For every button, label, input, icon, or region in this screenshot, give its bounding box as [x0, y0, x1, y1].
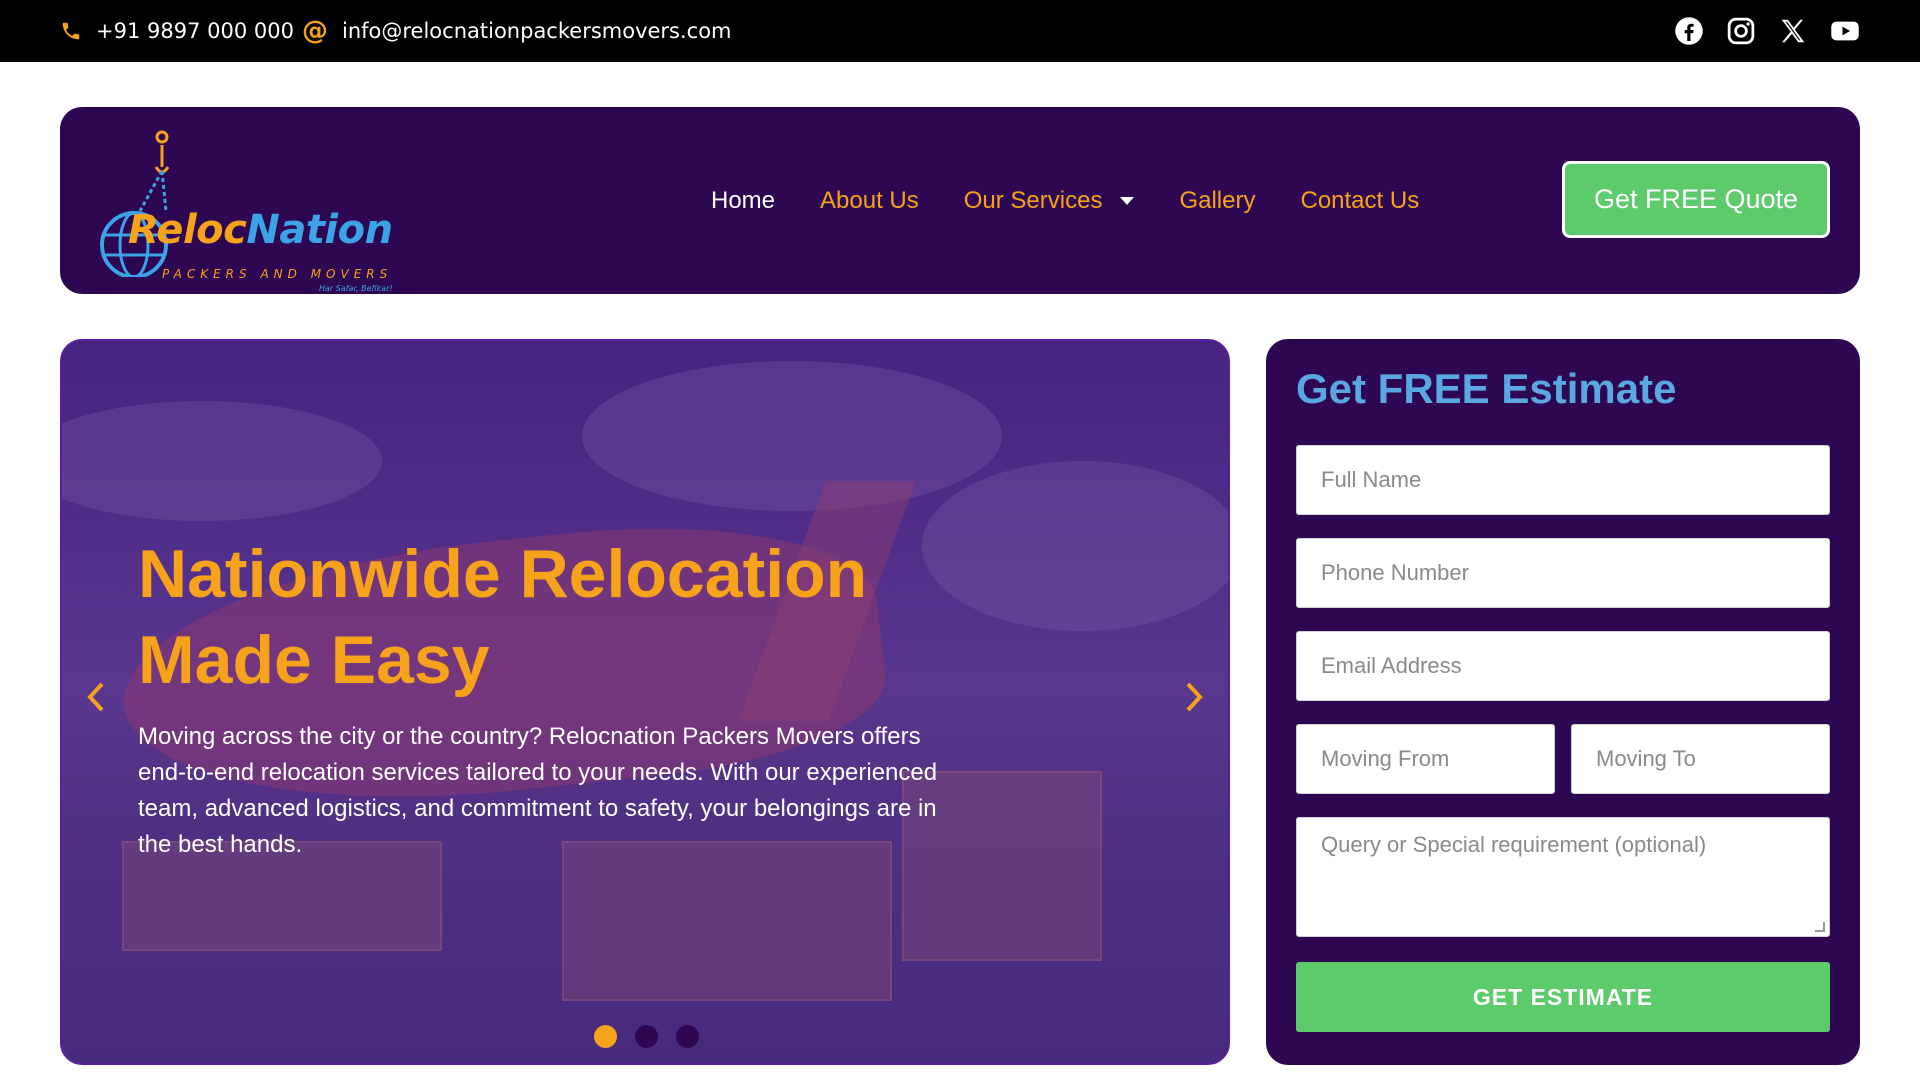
- phone-contact[interactable]: +91 9897 000 000: [60, 0, 294, 62]
- brand-name-part1: Reloc: [128, 207, 247, 253]
- slider-next-icon[interactable]: [1184, 681, 1204, 721]
- phone-icon: [62, 22, 80, 40]
- facebook-icon[interactable]: [1674, 16, 1704, 46]
- slider-dot-2[interactable]: [635, 1025, 658, 1048]
- site-header: RelocNation PACKERS AND MOVERS Har Safar…: [60, 107, 1860, 294]
- x-icon[interactable]: [1778, 16, 1808, 46]
- youtube-icon[interactable]: [1830, 16, 1860, 46]
- estimate-form: Get FREE Estimate Full Name Phone Number…: [1266, 339, 1860, 1065]
- slider-dot-3[interactable]: [676, 1025, 699, 1048]
- main-nav: Home About Us Our Services Gallery Conta…: [711, 107, 1464, 294]
- nav-item-our-services-label[interactable]: Our Services: [964, 187, 1103, 215]
- nav-item-our-services[interactable]: Our Services: [964, 187, 1135, 215]
- slider-dots: [594, 1025, 699, 1048]
- hero-title: Nationwide Relocation Made Easy: [138, 531, 998, 703]
- at-icon: @: [302, 16, 328, 46]
- nav-item-home[interactable]: Home: [711, 187, 775, 215]
- email-address[interactable]: info@relocnationpackersmovers.com: [342, 19, 732, 43]
- hero-slider: Nationwide Relocation Made Easy Moving a…: [60, 339, 1230, 1065]
- hero-title-line2: Made Easy: [138, 622, 490, 698]
- site-logo[interactable]: RelocNation PACKERS AND MOVERS Har Safar…: [94, 127, 424, 293]
- query-placeholder: Query or Special requirement (optional): [1321, 832, 1707, 857]
- hero-description: Moving across the city or the country? R…: [138, 723, 938, 858]
- instagram-icon[interactable]: [1726, 16, 1756, 46]
- nav-item-gallery[interactable]: Gallery: [1179, 187, 1255, 215]
- get-free-quote-button[interactable]: Get FREE Quote: [1562, 161, 1830, 238]
- nav-item-about-us[interactable]: About Us: [820, 187, 919, 215]
- nav-item-contact-us[interactable]: Contact Us: [1300, 187, 1419, 215]
- hero-title-line1: Nationwide Relocation: [138, 536, 868, 612]
- top-bar: +91 9897 000 000 @ info@relocnationpacke…: [0, 0, 1920, 62]
- resize-handle-icon[interactable]: [1815, 922, 1825, 932]
- phone-number-input[interactable]: Phone Number: [1296, 538, 1830, 608]
- query-textarea[interactable]: Query or Special requirement (optional): [1296, 817, 1830, 937]
- globe-hook-icon: [100, 130, 170, 277]
- brand-name-part2: Nation: [246, 207, 393, 253]
- estimate-title: Get FREE Estimate: [1296, 365, 1677, 412]
- full-name-input[interactable]: Full Name: [1296, 445, 1830, 515]
- get-estimate-button[interactable]: GET ESTIMATE: [1296, 962, 1830, 1032]
- slider-prev-icon[interactable]: [86, 681, 106, 721]
- email-address-input[interactable]: Email Address: [1296, 631, 1830, 701]
- social-links: [1674, 16, 1860, 46]
- email-contact[interactable]: @ info@relocnationpackersmovers.com: [302, 0, 732, 62]
- slider-dot-1[interactable]: [594, 1025, 617, 1048]
- brand-tagline: Har Safar, Befikar!: [319, 284, 393, 293]
- brand-name: RelocNation: [128, 207, 393, 253]
- moving-to-input[interactable]: Moving To: [1571, 724, 1830, 794]
- phone-number[interactable]: +91 9897 000 000: [96, 19, 294, 43]
- brand-subtitle: PACKERS AND MOVERS: [162, 267, 393, 281]
- caret-down-icon[interactable]: [1120, 196, 1135, 205]
- moving-from-input[interactable]: Moving From: [1296, 724, 1555, 794]
